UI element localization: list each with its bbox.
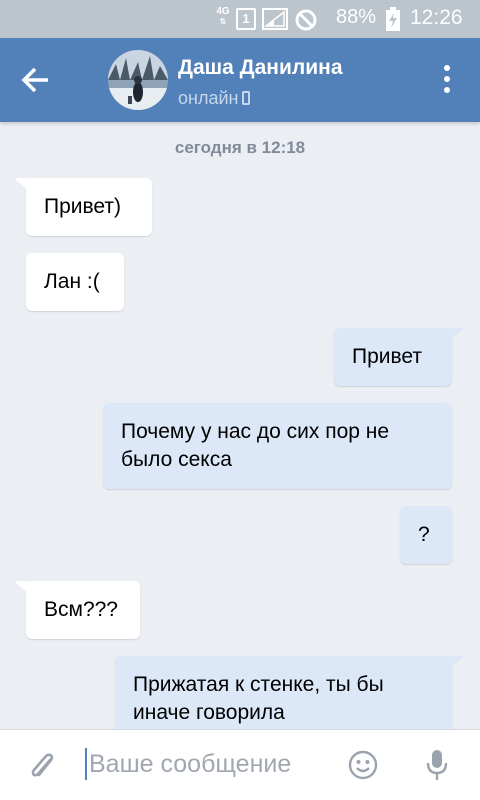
signal-icon	[262, 8, 288, 30]
attach-paperclip-icon[interactable]	[28, 750, 58, 789]
message-bubble-incoming[interactable]: Всм???	[14, 581, 140, 639]
message-input[interactable]	[89, 740, 329, 788]
message-text: Всм???	[44, 598, 118, 621]
bubble-tail	[14, 178, 28, 190]
data-arrows-icon: ⇅	[219, 17, 227, 26]
network-indicator: 4G ⇅	[214, 6, 232, 27]
contact-avatar[interactable]	[108, 50, 168, 110]
back-arrow-icon[interactable]	[20, 65, 52, 95]
message-text: Лан :(	[44, 270, 100, 293]
message-bubble-incoming[interactable]: Привет)	[14, 178, 152, 236]
sim-number: 1	[242, 11, 250, 26]
contact-status-text: онлайн	[178, 88, 239, 108]
message-bubble-outgoing[interactable]: Привет	[334, 328, 464, 386]
microphone-icon[interactable]	[426, 748, 448, 787]
contact-status: онлайн	[178, 88, 251, 109]
message-text: Привет	[352, 345, 423, 368]
more-options-icon[interactable]	[436, 62, 458, 98]
network-type: 4G	[216, 6, 230, 17]
emoji-icon[interactable]	[348, 750, 378, 785]
message-text: ?	[418, 523, 430, 546]
message-composer	[0, 729, 480, 800]
text-cursor	[85, 748, 87, 780]
message-text: Привет)	[44, 195, 122, 218]
contact-name[interactable]: Даша Данилина	[178, 56, 343, 80]
bubble-tail	[450, 656, 464, 668]
clock: 12:26	[410, 6, 463, 29]
battery-charging-icon	[386, 7, 400, 31]
status-bar: 4G ⇅ 1 88% 12:26	[0, 0, 480, 38]
message-text: Прижатая к стенке, ты бы иначе говорила	[133, 673, 384, 724]
message-text: Почему у нас до сих пор не было секса	[121, 420, 390, 471]
battery-percent: 88%	[336, 6, 377, 28]
bubble-tail	[450, 328, 464, 340]
message-bubble-incoming[interactable]: Лан :(	[26, 253, 124, 311]
date-separator: сегодня в 12:18	[174, 138, 306, 157]
sim-icon: 1	[236, 8, 256, 30]
message-bubble-outgoing[interactable]: ?	[400, 506, 452, 564]
message-bubble-outgoing[interactable]: Почему у нас до сих пор не было секса	[103, 403, 452, 489]
do-not-disturb-icon	[294, 8, 318, 37]
mobile-phone-icon	[242, 91, 251, 105]
bubble-tail	[14, 581, 28, 593]
chat-header: Даша Данилина онлайн	[0, 38, 480, 122]
